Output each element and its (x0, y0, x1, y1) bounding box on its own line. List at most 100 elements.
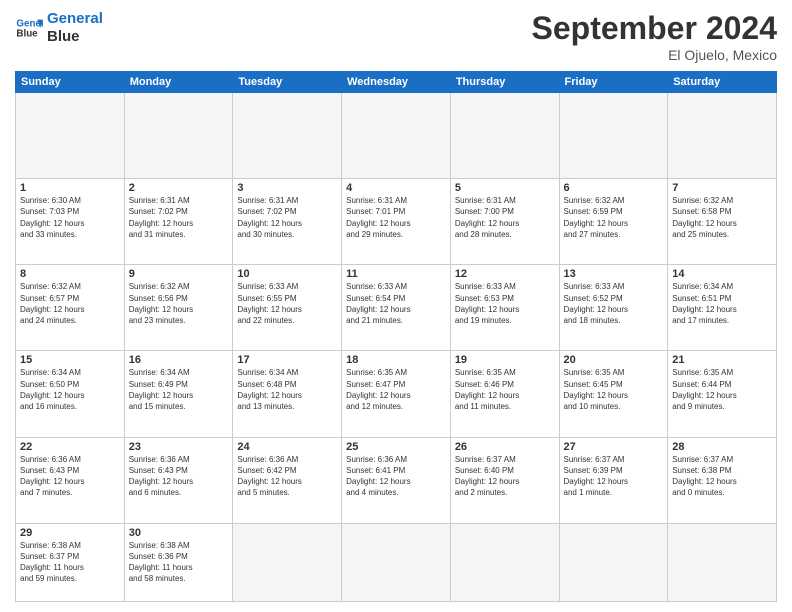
day-detail: Sunrise: 6:35 AMSunset: 6:45 PMDaylight:… (564, 367, 664, 412)
daylight-line1: Daylight: 12 hours (564, 304, 664, 315)
day-detail: Sunrise: 6:35 AMSunset: 6:47 PMDaylight:… (346, 367, 446, 412)
table-cell (450, 93, 559, 179)
sunset-line: Sunset: 6:39 PM (564, 465, 664, 476)
daylight-line2: and 16 minutes. (20, 401, 120, 412)
sunset-line: Sunset: 6:56 PM (129, 293, 229, 304)
sunset-line: Sunset: 6:42 PM (237, 465, 337, 476)
daylight-line2: and 25 minutes. (672, 229, 772, 240)
sunset-line: Sunset: 6:53 PM (455, 293, 555, 304)
sunrise-line: Sunrise: 6:35 AM (455, 367, 555, 378)
sunrise-line: Sunrise: 6:31 AM (346, 195, 446, 206)
sunset-line: Sunset: 6:46 PM (455, 379, 555, 390)
table-cell (16, 93, 125, 179)
daylight-line2: and 59 minutes. (20, 573, 120, 584)
day-detail: Sunrise: 6:32 AMSunset: 6:57 PMDaylight:… (20, 281, 120, 326)
day-detail: Sunrise: 6:36 AMSunset: 6:41 PMDaylight:… (346, 454, 446, 499)
sunset-line: Sunset: 6:41 PM (346, 465, 446, 476)
table-cell: 6Sunrise: 6:32 AMSunset: 6:59 PMDaylight… (559, 179, 668, 265)
sunrise-line: Sunrise: 6:35 AM (346, 367, 446, 378)
table-cell (342, 523, 451, 601)
location: El Ojuelo, Mexico (532, 47, 777, 63)
day-number: 5 (455, 182, 555, 194)
daylight-line2: and 0 minutes. (672, 487, 772, 498)
table-cell: 22Sunrise: 6:36 AMSunset: 6:43 PMDayligh… (16, 437, 125, 523)
day-detail: Sunrise: 6:34 AMSunset: 6:50 PMDaylight:… (20, 367, 120, 412)
daylight-line1: Daylight: 12 hours (672, 218, 772, 229)
logo-icon: General Blue (15, 14, 43, 42)
sunset-line: Sunset: 6:40 PM (455, 465, 555, 476)
table-cell: 21Sunrise: 6:35 AMSunset: 6:44 PMDayligh… (668, 351, 777, 437)
col-sunday: Sunday (16, 72, 125, 93)
daylight-line2: and 15 minutes. (129, 401, 229, 412)
daylight-line2: and 12 minutes. (346, 401, 446, 412)
table-cell: 11Sunrise: 6:33 AMSunset: 6:54 PMDayligh… (342, 265, 451, 351)
daylight-line1: Daylight: 12 hours (20, 304, 120, 315)
day-number: 22 (20, 441, 120, 453)
sunset-line: Sunset: 6:59 PM (564, 206, 664, 217)
day-number: 17 (237, 354, 337, 366)
day-number: 6 (564, 182, 664, 194)
table-cell: 18Sunrise: 6:35 AMSunset: 6:47 PMDayligh… (342, 351, 451, 437)
table-cell: 26Sunrise: 6:37 AMSunset: 6:40 PMDayligh… (450, 437, 559, 523)
day-detail: Sunrise: 6:36 AMSunset: 6:43 PMDaylight:… (20, 454, 120, 499)
daylight-line2: and 19 minutes. (455, 315, 555, 326)
daylight-line1: Daylight: 12 hours (20, 476, 120, 487)
day-number: 10 (237, 268, 337, 280)
logo-general: General (47, 10, 103, 28)
day-number: 28 (672, 441, 772, 453)
sunrise-line: Sunrise: 6:35 AM (672, 367, 772, 378)
table-cell: 9Sunrise: 6:32 AMSunset: 6:56 PMDaylight… (124, 265, 233, 351)
daylight-line2: and 11 minutes. (455, 401, 555, 412)
sunrise-line: Sunrise: 6:36 AM (129, 454, 229, 465)
table-cell: 28Sunrise: 6:37 AMSunset: 6:38 PMDayligh… (668, 437, 777, 523)
month-title: September 2024 (532, 10, 777, 47)
table-cell (559, 523, 668, 601)
daylight-line1: Daylight: 12 hours (564, 390, 664, 401)
sunset-line: Sunset: 7:02 PM (129, 206, 229, 217)
sunset-line: Sunset: 6:43 PM (20, 465, 120, 476)
day-detail: Sunrise: 6:32 AMSunset: 6:56 PMDaylight:… (129, 281, 229, 326)
day-number: 12 (455, 268, 555, 280)
daylight-line1: Daylight: 12 hours (129, 390, 229, 401)
sunrise-line: Sunrise: 6:30 AM (20, 195, 120, 206)
table-cell: 12Sunrise: 6:33 AMSunset: 6:53 PMDayligh… (450, 265, 559, 351)
day-number: 9 (129, 268, 229, 280)
sunset-line: Sunset: 6:54 PM (346, 293, 446, 304)
table-cell: 20Sunrise: 6:35 AMSunset: 6:45 PMDayligh… (559, 351, 668, 437)
daylight-line2: and 33 minutes. (20, 229, 120, 240)
day-detail: Sunrise: 6:31 AMSunset: 7:02 PMDaylight:… (129, 195, 229, 240)
sunset-line: Sunset: 7:03 PM (20, 206, 120, 217)
calendar-table: Sunday Monday Tuesday Wednesday Thursday… (15, 71, 777, 602)
sunset-line: Sunset: 7:01 PM (346, 206, 446, 217)
col-friday: Friday (559, 72, 668, 93)
day-detail: Sunrise: 6:31 AMSunset: 7:02 PMDaylight:… (237, 195, 337, 240)
daylight-line2: and 9 minutes. (672, 401, 772, 412)
day-number: 29 (20, 527, 120, 539)
day-detail: Sunrise: 6:35 AMSunset: 6:46 PMDaylight:… (455, 367, 555, 412)
daylight-line1: Daylight: 12 hours (237, 476, 337, 487)
sunrise-line: Sunrise: 6:33 AM (237, 281, 337, 292)
sunset-line: Sunset: 6:52 PM (564, 293, 664, 304)
sunrise-line: Sunrise: 6:38 AM (20, 540, 120, 551)
sunrise-line: Sunrise: 6:32 AM (20, 281, 120, 292)
daylight-line1: Daylight: 12 hours (455, 218, 555, 229)
daylight-line1: Daylight: 11 hours (129, 562, 229, 573)
sunrise-line: Sunrise: 6:32 AM (672, 195, 772, 206)
sunset-line: Sunset: 6:50 PM (20, 379, 120, 390)
sunrise-line: Sunrise: 6:37 AM (564, 454, 664, 465)
daylight-line1: Daylight: 12 hours (564, 218, 664, 229)
sunset-line: Sunset: 6:47 PM (346, 379, 446, 390)
logo-text: General Blue (47, 10, 103, 46)
sunset-line: Sunset: 6:44 PM (672, 379, 772, 390)
daylight-line2: and 23 minutes. (129, 315, 229, 326)
calendar-week-row: 22Sunrise: 6:36 AMSunset: 6:43 PMDayligh… (16, 437, 777, 523)
sunrise-line: Sunrise: 6:36 AM (20, 454, 120, 465)
daylight-line1: Daylight: 12 hours (455, 304, 555, 315)
sunrise-line: Sunrise: 6:37 AM (672, 454, 772, 465)
daylight-line2: and 22 minutes. (237, 315, 337, 326)
day-number: 20 (564, 354, 664, 366)
table-cell (668, 523, 777, 601)
day-number: 13 (564, 268, 664, 280)
sunrise-line: Sunrise: 6:36 AM (346, 454, 446, 465)
day-detail: Sunrise: 6:36 AMSunset: 6:43 PMDaylight:… (129, 454, 229, 499)
